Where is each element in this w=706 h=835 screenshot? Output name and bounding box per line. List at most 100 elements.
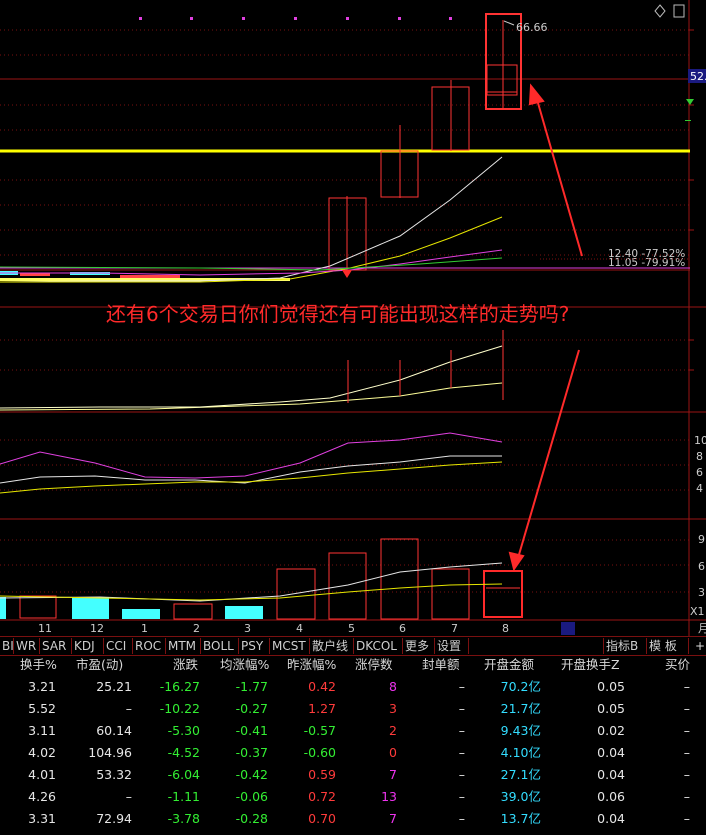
cell-open-amount: 70.2亿 (500, 679, 541, 694)
cell-avg-change: -0.27 (235, 701, 268, 716)
col-header-limit-up-count[interactable]: 涨停数 (355, 655, 393, 675)
table-row[interactable]: 3.21 25.21 -16.27 -1.77 0.42 8 – 70.2亿 0.05 – (0, 676, 706, 698)
green-dash (685, 120, 691, 121)
x-date-4: 4 (296, 622, 303, 635)
cell-limit-up-count: 7 (389, 811, 397, 826)
cell-prev-change: 0.42 (308, 679, 336, 694)
col-header-prev-change[interactable]: 昨涨幅% (287, 655, 336, 675)
cell-change: -5.30 (167, 723, 200, 738)
cell-open-turnover: 0.06 (597, 789, 625, 804)
tab-retail-line[interactable]: 散户线 (310, 638, 354, 654)
tab-settings[interactable]: 设置 (435, 638, 469, 654)
cell-avg-change: -0.42 (235, 767, 268, 782)
cell-pe: 60.14 (96, 723, 132, 738)
col-header-pe[interactable]: 市盈(动) (76, 655, 123, 675)
col-header-seal-amount[interactable]: 封单额 (422, 655, 460, 675)
tab-template[interactable]: 模 板 (647, 638, 689, 654)
cell-pe: 25.21 (96, 679, 132, 694)
cell-limit-up-count: 2 (389, 723, 397, 738)
volume-panel (0, 538, 523, 620)
table-row[interactable]: 4.01 53.32 -6.04 -0.42 0.59 7 – 27.1亿 0.04 – (0, 764, 706, 786)
x-date-8: 8 (502, 622, 509, 635)
x-date-5: 5 (348, 622, 355, 635)
cell-turnover: 4.02 (28, 745, 56, 760)
cell-change: -10.22 (159, 701, 200, 716)
tab-psy[interactable]: PSY (239, 638, 270, 654)
cell-limit-up-count: 13 (381, 789, 397, 804)
x-date-7: 7 (451, 622, 458, 635)
diamond-icon[interactable] (654, 4, 666, 18)
col-header-open-turnover[interactable]: 开盘换手Z (561, 655, 620, 675)
annotation-text: 还有6个交易日你们觉得还有可能出现这样的走势吗? (106, 302, 570, 326)
ma-label-2: 11.05 -79.91% (608, 257, 685, 269)
tab-sar[interactable]: SAR (40, 638, 72, 654)
cell-bid: – (683, 701, 690, 716)
price-right-tag: 52. (690, 70, 706, 83)
candles (328, 13, 522, 271)
cell-seal-amount: – (458, 767, 465, 782)
tab-wr[interactable]: WR (14, 638, 40, 654)
tab-dkcol[interactable]: DKCOL (354, 638, 403, 654)
col-header-open-amount[interactable]: 开盘金额 (484, 655, 534, 675)
expand-icon[interactable] (673, 4, 685, 18)
col-header-bid[interactable]: 买价 (665, 655, 690, 675)
cell-pe: 72.94 (96, 811, 132, 826)
tab-boll[interactable]: BOLL (201, 638, 239, 654)
signal-markers (139, 17, 452, 20)
cell-pe: – (125, 789, 132, 804)
cell-open-turnover: 0.04 (597, 767, 625, 782)
ma-lines (0, 156, 503, 283)
axis-label-4: 4 (696, 482, 703, 495)
cell-prev-change: 0.70 (308, 811, 336, 826)
x-axis-dates: 11 12 1 2 3 4 5 6 7 8 (38, 622, 509, 635)
cell-avg-change: -0.41 (235, 723, 268, 738)
axis-label-8: 8 (696, 450, 703, 463)
tab-bi[interactable]: BI (0, 638, 14, 654)
x-date-1: 1 (141, 622, 148, 635)
cell-open-amount: 39.0亿 (500, 789, 541, 804)
cell-seal-amount: – (458, 701, 465, 716)
corner-mark: 月 (698, 622, 706, 635)
col-header-change[interactable]: 涨跌 (173, 655, 198, 675)
table-row[interactable]: 3.31 72.94 -3.78 -0.28 0.70 7 – 13.7亿 0.04 – (0, 808, 706, 830)
tab-kdj[interactable]: KDJ (72, 638, 104, 654)
table-row[interactable]: 4.02 104.96 -4.52 -0.37 -0.60 0 – 4.10亿 0.04 – (0, 742, 706, 764)
cell-open-turnover: 0.02 (597, 723, 625, 738)
col-header-avg-change[interactable]: 均涨幅% (220, 655, 269, 675)
cell-open-turnover: 0.04 (597, 811, 625, 826)
axis-label-6b: 6 (698, 560, 705, 573)
small-down-arrow (342, 270, 352, 278)
price-high-marker: 66.66 (503, 20, 548, 34)
tab-mcst[interactable]: MCST (270, 638, 310, 654)
x-date-3: 3 (244, 622, 251, 635)
tab-cci[interactable]: CCI (104, 638, 133, 654)
axis-label-9: 9 (698, 533, 705, 546)
table-row[interactable]: 5.52 – -10.22 -0.27 1.27 3 – 21.7亿 0.05 – (0, 698, 706, 720)
cell-bid: – (683, 789, 690, 804)
tab-more[interactable]: 更多 (403, 638, 435, 654)
tab-indicator-b[interactable]: 指标B (603, 638, 647, 654)
indicator-panel-1 (0, 330, 504, 411)
x-axis-cursor[interactable] (561, 622, 575, 635)
axis-label-x1: X1 (690, 605, 705, 618)
cell-prev-change: -0.60 (303, 745, 336, 760)
axis-label-6a: 6 (696, 466, 703, 479)
tab-roc[interactable]: ROC (133, 638, 166, 654)
table-row[interactable]: 4.26 – -1.11 -0.06 0.72 13 – 39.0亿 0.06 – (0, 786, 706, 808)
cell-change: -4.52 (167, 745, 200, 760)
tab-mtm[interactable]: MTM (166, 638, 201, 654)
cell-open-amount: 27.1亿 (500, 767, 541, 782)
cell-change: -16.27 (159, 679, 200, 694)
axis-label-10: 10 (694, 434, 706, 447)
cell-limit-up-count: 8 (389, 679, 397, 694)
add-tab-button[interactable]: + (695, 638, 705, 654)
col-header-turnover[interactable]: 换手% (20, 655, 57, 675)
cell-bid: – (683, 767, 690, 782)
table-row[interactable]: 3.11 60.14 -5.30 -0.41 -0.57 2 – 9.43亿 0.02 – (0, 720, 706, 742)
stock-table: 换手% 市盈(动) 涨跌 均涨幅% 昨涨幅% 涨停数 封单额 开盘金额 开盘换手… (0, 655, 706, 835)
cell-prev-change: 0.59 (308, 767, 336, 782)
cell-avg-change: -0.37 (235, 745, 268, 760)
annotation-arrows (342, 83, 583, 572)
cell-bid: – (683, 679, 690, 694)
cell-pe: – (125, 701, 132, 716)
